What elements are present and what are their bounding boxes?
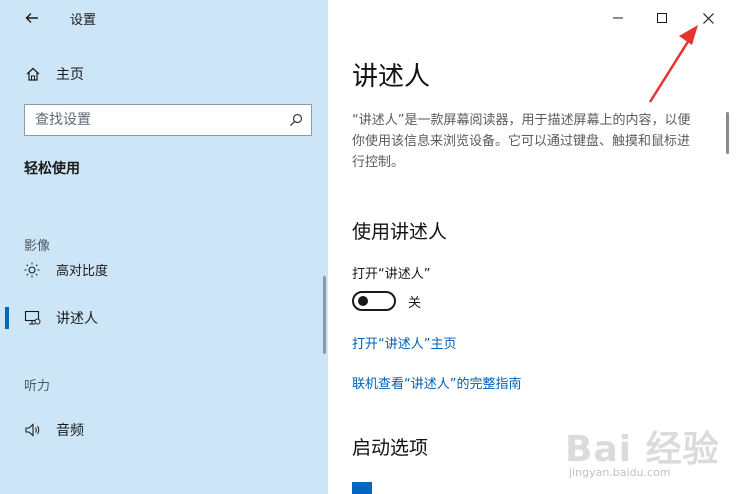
toggle-state-label: 关 xyxy=(408,296,422,311)
group-label-vision: 影像 xyxy=(24,239,51,254)
sidebar-item-label: 音频 xyxy=(56,423,84,439)
sidebar-item-home[interactable]: 主页 xyxy=(0,56,328,92)
main-scrollbar[interactable] xyxy=(726,112,729,154)
startup-checkbox[interactable] xyxy=(352,482,372,494)
sidebar-item-narrator[interactable]: 讲述人 xyxy=(0,300,328,336)
app-title: 设置 xyxy=(70,13,97,28)
section-title: 轻松使用 xyxy=(24,161,80,177)
sidebar-item-high-contrast[interactable]: 高对比度 xyxy=(0,258,328,282)
narrator-icon xyxy=(23,308,43,328)
high-contrast-icon xyxy=(23,261,41,279)
use-narrator-heading: 使用讲述人 xyxy=(352,221,448,243)
home-icon xyxy=(23,64,43,84)
maximize-icon xyxy=(657,13,667,23)
minimize-button[interactable] xyxy=(598,4,638,32)
sidebar-item-audio[interactable]: 音频 xyxy=(0,412,328,448)
search-icon[interactable] xyxy=(289,113,303,127)
close-button[interactable] xyxy=(688,4,728,32)
watermark-url: jingyan.baidu.com xyxy=(569,466,671,479)
watermark-logo: Bai 经验 xyxy=(565,429,720,470)
watermark: Bai 经验 jingyan.baidu.com xyxy=(565,420,739,494)
toggle-knob xyxy=(358,296,368,306)
sidebar: 设置 主页 轻松使用 影像 高对比度 xyxy=(0,0,328,494)
narrator-home-link[interactable]: 打开“讲述人”主页 xyxy=(352,333,456,352)
startup-options-heading: 启动选项 xyxy=(352,437,429,459)
sidebar-item-label: 讲述人 xyxy=(56,311,98,327)
narrator-description: “讲述人”是一款屏幕阅读器，用于描述屏幕上的内容，以便你使用该信息来浏览设备。它… xyxy=(352,113,691,170)
sidebar-item-label: 高对比度 xyxy=(56,264,109,279)
narrator-toggle[interactable] xyxy=(352,291,396,311)
search-box[interactable] xyxy=(24,104,312,136)
speaker-icon xyxy=(23,420,43,440)
sidebar-scrollbar[interactable] xyxy=(323,276,326,354)
back-arrow-icon xyxy=(25,13,38,23)
minimize-icon xyxy=(613,17,623,19)
search-input[interactable] xyxy=(35,105,280,134)
close-icon xyxy=(702,12,714,24)
page-title: 讲述人 xyxy=(352,62,431,92)
narrator-guide-link[interactable]: 联机查看“讲述人”的完整指南 xyxy=(352,373,521,392)
back-button[interactable] xyxy=(18,4,46,32)
maximize-button[interactable] xyxy=(642,4,682,32)
group-label-hearing: 听力 xyxy=(24,379,51,394)
narrator-toggle-label: 打开“讲述人” xyxy=(352,267,431,282)
sidebar-item-label: 主页 xyxy=(56,67,84,83)
